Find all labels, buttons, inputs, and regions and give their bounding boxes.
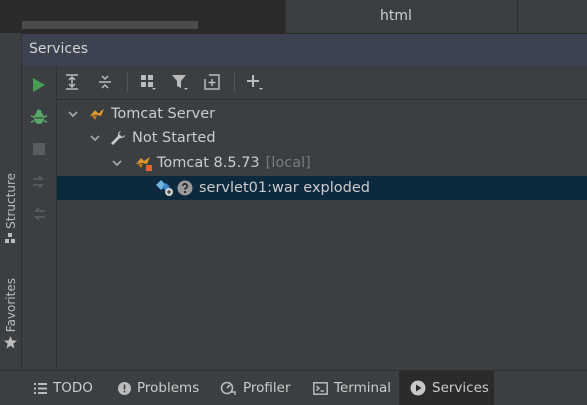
new-service-button[interactable]: [202, 72, 222, 92]
editor-tab-html[interactable]: html: [285, 0, 587, 33]
structure-tool-tab[interactable]: Structure: [0, 173, 21, 244]
tree-node-label: servlet01:war exploded: [199, 180, 370, 196]
undeploy-icon[interactable]: [31, 206, 47, 222]
tree-node-tomcat-server[interactable]: Tomcat Server: [57, 102, 587, 126]
collapse-all-icon: [99, 75, 111, 89]
tool-tab-label: Terminal: [334, 380, 392, 396]
tree-node-suffix: [local]: [265, 155, 311, 171]
editor-tab-divider: [517, 0, 518, 33]
add-service-button[interactable]: [245, 72, 265, 92]
tomcat-icon: [136, 157, 152, 171]
filter-button[interactable]: [170, 72, 190, 92]
tree-node-tomcat-8[interactable]: Tomcat 8.5.73 [local]: [57, 151, 587, 175]
group-by-icon: [141, 75, 156, 90]
chevron-down-icon[interactable]: [89, 132, 101, 144]
chevron-down-icon[interactable]: [67, 108, 79, 120]
tool-tab-label: Services: [432, 380, 489, 396]
tool-tab-services[interactable]: Services: [399, 371, 494, 405]
star-icon: [4, 336, 17, 349]
expand-all-button[interactable]: [62, 72, 82, 92]
editor-tab-label: html: [380, 8, 412, 24]
debug-icon[interactable]: [30, 108, 48, 126]
tree-node-label: Tomcat 8.5.73: [157, 155, 260, 171]
services-side-toolbar: [22, 66, 57, 370]
collapse-all-button[interactable]: [95, 72, 115, 92]
toolbar-separator: [127, 73, 128, 92]
bottom-tool-bar: TODO Problems Profiler Terminal Services: [0, 370, 587, 405]
tool-tab-profiler[interactable]: Profiler: [220, 371, 291, 405]
tool-tab-terminal[interactable]: Terminal: [313, 371, 391, 405]
todo-list-icon: [34, 382, 47, 394]
toolbar-separator: [234, 73, 235, 92]
tree-node-label: Not Started: [132, 130, 216, 146]
tool-tab-problems[interactable]: Problems: [118, 371, 199, 405]
run-icon[interactable]: [32, 77, 46, 93]
profiler-icon: [220, 381, 236, 395]
filter-icon: [172, 75, 188, 90]
help-icon: [177, 180, 193, 196]
add-icon: [247, 75, 263, 90]
stop-icon[interactable]: [33, 143, 45, 155]
top-strip: html: [0, 0, 587, 33]
tool-tab-label: TODO: [53, 380, 93, 396]
services-icon: [410, 380, 426, 396]
new-service-icon: [204, 74, 220, 90]
structure-icon: [5, 232, 15, 243]
services-tree: Tomcat Server Not Started Tomcat 8.5.73 …: [57, 100, 587, 370]
tomcat-icon: [90, 109, 104, 120]
tool-tab-todo[interactable]: TODO: [34, 371, 93, 405]
tool-tab-label: Problems: [137, 380, 200, 396]
deploy-icon[interactable]: [31, 174, 47, 190]
services-header: Services: [22, 34, 587, 66]
tree-node-not-started[interactable]: Not Started: [57, 126, 587, 150]
terminal-icon: [313, 381, 328, 395]
services-toolbar: [57, 66, 587, 100]
artifact-icon: [156, 180, 173, 196]
problems-icon: [118, 381, 131, 395]
favorites-label: Favorites: [3, 278, 18, 333]
left-tool-stripe: Structure Favorites: [0, 33, 22, 370]
structure-label: Structure: [3, 173, 18, 229]
favorites-tool-tab[interactable]: Favorites: [0, 278, 21, 349]
expand-all-icon: [66, 74, 78, 90]
tree-node-servlet01[interactable]: servlet01:war exploded: [57, 176, 587, 200]
horizontal-scrollbar[interactable]: [22, 21, 198, 29]
group-by-button[interactable]: [138, 72, 158, 92]
tree-node-label: Tomcat Server: [111, 106, 216, 122]
services-title: Services: [29, 41, 89, 57]
tool-tab-label: Profiler: [243, 380, 291, 396]
wrench-icon: [111, 131, 125, 145]
chevron-down-icon[interactable]: [111, 157, 123, 169]
